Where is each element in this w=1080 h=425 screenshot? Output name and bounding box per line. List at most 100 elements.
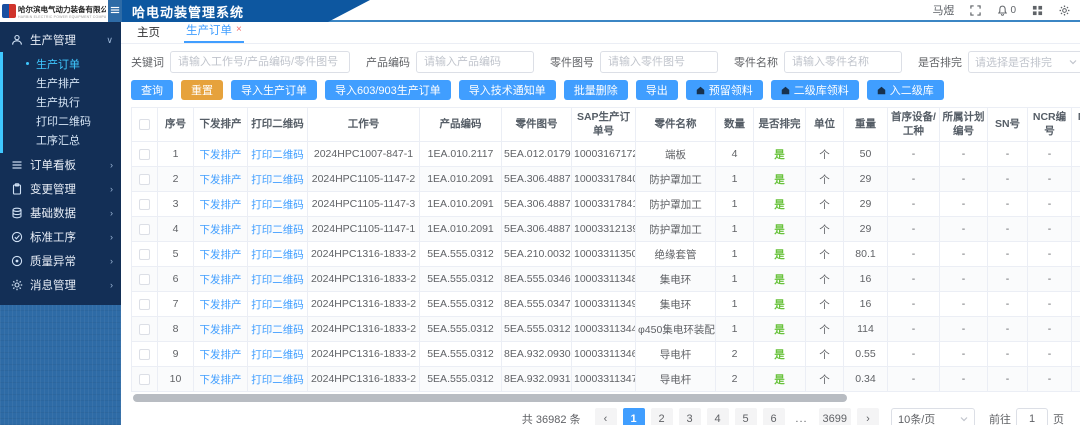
row-checkbox[interactable]: [132, 342, 158, 367]
prev-page-button[interactable]: ‹: [595, 408, 617, 425]
row-checkbox[interactable]: [132, 242, 158, 267]
sidebar-group-production-management[interactable]: 生产管理 ∨: [0, 28, 121, 52]
toolbar-button-7[interactable]: 预留领料: [686, 80, 763, 100]
row-checkbox[interactable]: [132, 292, 158, 317]
print-qrcode-link[interactable]: 打印二维码: [248, 342, 308, 367]
row-checkbox[interactable]: [132, 367, 158, 392]
cell: 3: [158, 192, 194, 217]
product-code-input[interactable]: [416, 51, 534, 73]
print-qrcode-link[interactable]: 打印二维码: [248, 267, 308, 292]
scheduled-select[interactable]: 请选择是否排完: [968, 51, 1080, 73]
cell: 1: [716, 317, 754, 342]
row-checkbox[interactable]: [132, 142, 158, 167]
print-qrcode-link[interactable]: 打印二维码: [248, 192, 308, 217]
goto-page-input[interactable]: [1016, 408, 1048, 425]
cell: 1: [716, 267, 754, 292]
toolbar-button-8[interactable]: 二级库领料: [771, 80, 859, 100]
toolbar-button-5[interactable]: 批量删除: [564, 80, 628, 100]
issue-scheduling-link[interactable]: 下发排产: [194, 142, 248, 167]
sidebar-group-quality-exception[interactable]: 质量异常 ›: [0, 249, 121, 273]
bullet-icon: [26, 62, 29, 65]
column-header: 序号: [158, 108, 194, 142]
apps-grid-icon[interactable]: [1032, 5, 1043, 16]
issue-scheduling-link[interactable]: 下发排产: [194, 367, 248, 392]
cell: -: [988, 367, 1028, 392]
issue-scheduling-link[interactable]: 下发排产: [194, 292, 248, 317]
cell: 7: [158, 292, 194, 317]
part-drawing-no-label: 零件图号: [550, 54, 594, 70]
notification-bell-icon[interactable]: 0: [997, 5, 1016, 16]
sidebar-item-process-summary[interactable]: 工序汇总: [0, 130, 121, 149]
toolbar-button-0[interactable]: 查询: [131, 80, 173, 100]
toolbar-button-4[interactable]: 导入技术通知单: [459, 80, 556, 100]
toolbar-button-1[interactable]: 重置: [181, 80, 223, 100]
cell: 10: [158, 367, 194, 392]
scrollbar-thumb[interactable]: [133, 394, 847, 402]
sidebar-item-production-order[interactable]: 生产订单: [0, 54, 121, 73]
toolbar-button-2[interactable]: 导入生产订单: [231, 80, 317, 100]
row-checkbox[interactable]: [132, 167, 158, 192]
cell: -: [1028, 292, 1072, 317]
part-drawing-no-input[interactable]: [600, 51, 718, 73]
issue-scheduling-link[interactable]: 下发排产: [194, 192, 248, 217]
page-size-select[interactable]: 10条/页: [891, 408, 975, 425]
column-header: 产品编码: [420, 108, 502, 142]
cell: 个: [806, 342, 844, 367]
print-qrcode-link[interactable]: 打印二维码: [248, 367, 308, 392]
username[interactable]: 马煜: [932, 2, 954, 18]
sidebar-group-basic-data[interactable]: 基础数据 ›: [0, 201, 121, 225]
table-row: 2下发排产打印二维码2024HPC1105-1147-21EA.010.2091…: [132, 167, 1080, 192]
print-qrcode-link[interactable]: 打印二维码: [248, 292, 308, 317]
tab-close-icon[interactable]: ×: [236, 25, 242, 35]
next-page-button[interactable]: ›: [857, 408, 879, 425]
sidebar-item-production-execution[interactable]: 生产执行: [0, 92, 121, 111]
row-checkbox[interactable]: [132, 217, 158, 242]
issue-scheduling-link[interactable]: 下发排产: [194, 342, 248, 367]
issue-scheduling-link[interactable]: 下发排产: [194, 317, 248, 342]
toolbar-button-3[interactable]: 导入603/903生产订单: [325, 80, 451, 100]
print-qrcode-link[interactable]: 打印二维码: [248, 242, 308, 267]
tab-home[interactable]: 主页: [135, 22, 162, 43]
issue-scheduling-link[interactable]: 下发排产: [194, 267, 248, 292]
page-button-4[interactable]: 4: [707, 408, 729, 425]
page-button-3[interactable]: 3: [679, 408, 701, 425]
sidebar-item-print-qrcode[interactable]: 打印二维码: [0, 111, 121, 130]
page-button-6[interactable]: 6: [763, 408, 785, 425]
horizontal-scrollbar[interactable]: [131, 394, 1070, 402]
sidebar-group-label: 变更管理: [30, 181, 110, 197]
sidebar-group-order-board[interactable]: 订单看板 ›: [0, 153, 121, 177]
keyword-input[interactable]: [170, 51, 350, 73]
cell: 5EA.555.0312: [420, 292, 502, 317]
page-button-5[interactable]: 5: [735, 408, 757, 425]
print-qrcode-link[interactable]: 打印二维码: [248, 217, 308, 242]
page-button-1[interactable]: 1: [623, 408, 645, 425]
sidebar-group-change-management[interactable]: 变更管理 ›: [0, 177, 121, 201]
sidebar-item-production-scheduling[interactable]: 生产排产: [0, 73, 121, 92]
print-qrcode-link[interactable]: 打印二维码: [248, 167, 308, 192]
chevron-right-icon: ›: [110, 208, 113, 218]
cell: 0.34: [844, 367, 888, 392]
page-button-2[interactable]: 2: [651, 408, 673, 425]
print-qrcode-link[interactable]: 打印二维码: [248, 317, 308, 342]
sidebar-group-standard-process[interactable]: 标准工序 ›: [0, 225, 121, 249]
gear-icon[interactable]: [1059, 5, 1070, 16]
toolbar-button-9[interactable]: 入二级库: [867, 80, 944, 100]
sidebar-group-message-management[interactable]: 消息管理 ›: [0, 273, 121, 297]
row-checkbox[interactable]: [132, 267, 158, 292]
issue-scheduling-link[interactable]: 下发排产: [194, 167, 248, 192]
row-checkbox[interactable]: [132, 317, 158, 342]
column-header: NCR数量: [1072, 108, 1080, 142]
tab-production-order[interactable]: 生产订单 ×: [184, 20, 244, 43]
print-qrcode-link[interactable]: 打印二维码: [248, 142, 308, 167]
issue-scheduling-link[interactable]: 下发排产: [194, 242, 248, 267]
sidebar-collapse-button[interactable]: [108, 0, 122, 22]
part-name-input[interactable]: [784, 51, 902, 73]
cell: 个: [806, 167, 844, 192]
app-title: 哈电动装管理系统: [132, 2, 244, 21]
issue-scheduling-link[interactable]: 下发排产: [194, 217, 248, 242]
select-all-checkbox[interactable]: [132, 108, 158, 142]
page-button-3699[interactable]: 3699: [819, 408, 851, 425]
fullscreen-icon[interactable]: [970, 5, 981, 16]
row-checkbox[interactable]: [132, 192, 158, 217]
toolbar-button-6[interactable]: 导出: [636, 80, 678, 100]
